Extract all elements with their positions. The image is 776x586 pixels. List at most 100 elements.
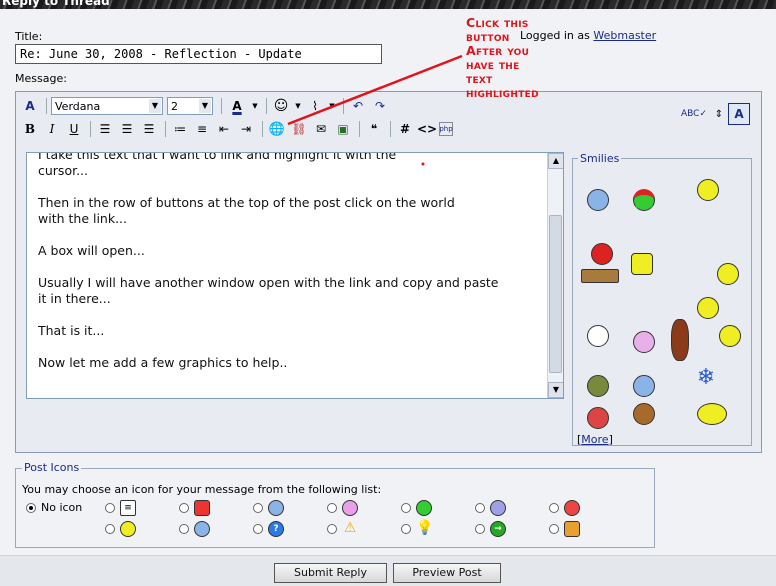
chevron-down-icon[interactable]: ▼ <box>293 96 303 116</box>
icon-radio[interactable] <box>401 503 411 513</box>
window-title: Reply to Thread <box>2 0 110 8</box>
icon-radio[interactable] <box>549 524 559 534</box>
icon-radio[interactable] <box>475 503 485 513</box>
preview-post-button[interactable]: Preview Post <box>393 563 501 583</box>
icon-radio[interactable] <box>253 524 263 534</box>
icon-radio[interactable] <box>327 503 337 513</box>
document-icon: ≡ <box>120 500 136 516</box>
title-label: Title: <box>15 30 43 43</box>
align-center-icon[interactable]: ☰ <box>117 119 137 139</box>
redo-icon[interactable]: ↷ <box>370 96 390 116</box>
more-smilies: [More] <box>577 433 613 446</box>
wysiwyg-toggle-icon[interactable]: A <box>728 103 750 125</box>
chevron-down-icon: ▼ <box>149 99 161 113</box>
quote-icon[interactable]: ❝ <box>364 119 384 139</box>
attachment-icon[interactable]: ⌇ <box>305 96 325 116</box>
toilet-smiley-icon[interactable] <box>631 253 653 275</box>
submit-reply-button[interactable]: Submit Reply <box>274 563 387 583</box>
icon-radio[interactable] <box>253 503 263 513</box>
cool-icon <box>194 521 210 537</box>
icon-radio[interactable] <box>105 503 115 513</box>
snowflake-icon[interactable]: ❄ <box>695 367 717 389</box>
scroll-up-arrow[interactable]: ▲ <box>548 153 563 169</box>
align-left-icon[interactable]: ☰ <box>95 119 115 139</box>
chevron-down-icon[interactable]: ▼ <box>250 96 260 116</box>
icon-radio[interactable] <box>327 524 337 534</box>
code-hash-icon[interactable]: # <box>395 119 415 139</box>
cloud-smiley-icon[interactable] <box>697 403 727 425</box>
toolbar-separator <box>221 98 222 114</box>
icon-radio[interactable] <box>179 503 189 513</box>
insert-link-globe-icon[interactable]: 🌐 <box>267 119 287 139</box>
email-link-icon[interactable]: ✉ <box>311 119 331 139</box>
icon-radio[interactable] <box>549 503 559 513</box>
spellcheck-icon[interactable]: ABC✓ <box>681 104 707 124</box>
preacher-smiley-icon[interactable] <box>697 179 719 201</box>
bold-icon[interactable]: B <box>20 119 40 139</box>
html-code-icon[interactable]: <> <box>417 119 437 139</box>
bracket-close: ] <box>608 433 613 446</box>
trumpet-smiley-icon[interactable] <box>719 325 741 347</box>
scroll-down-arrow[interactable]: ▼ <box>548 382 563 398</box>
angry-red-smiley-icon[interactable] <box>587 407 609 429</box>
no-icon-label: No icon <box>41 501 83 514</box>
chevron-down-icon[interactable]: ▼ <box>327 96 337 116</box>
icon-radio[interactable] <box>401 524 411 534</box>
bunny-smiley-icon[interactable] <box>633 331 655 353</box>
toolbar-separator <box>343 98 344 114</box>
ordered-list-icon[interactable]: ≔ <box>170 119 190 139</box>
annotation-line: After you <box>466 43 530 58</box>
unordered-list-icon[interactable]: ≡ <box>192 119 212 139</box>
icon-radio[interactable] <box>475 524 485 534</box>
santa-smiley-icon[interactable] <box>633 189 655 211</box>
cello-smiley-icon[interactable] <box>671 319 689 361</box>
message-textarea[interactable]: I take this text that I want to link and… <box>26 152 564 399</box>
undo-icon[interactable]: ↶ <box>348 96 368 116</box>
font-select[interactable]: Verdana ▼ <box>51 97 163 115</box>
insert-image-icon[interactable]: ▣ <box>333 119 353 139</box>
no-icon-radio[interactable] <box>26 503 36 513</box>
confused-smiley-icon[interactable] <box>587 189 609 211</box>
toolbar-separator <box>90 121 91 137</box>
reindeer-smiley-icon[interactable] <box>633 403 655 425</box>
user-link[interactable]: Webmaster <box>593 29 656 42</box>
reply-form: Title: Logged in as Webmaster Re: June 3… <box>0 9 776 555</box>
italic-icon[interactable]: I <box>42 119 62 139</box>
resize-icon[interactable]: ⇕ <box>709 104 729 124</box>
drummer-smiley-icon[interactable] <box>697 297 719 319</box>
underline-icon[interactable]: U <box>64 119 84 139</box>
remove-format-icon[interactable]: A <box>20 96 40 116</box>
thumbs-up-icon <box>564 521 580 537</box>
toolbar-separator <box>359 121 360 137</box>
snowman-smiley-icon[interactable] <box>587 325 609 347</box>
grin-icon <box>416 500 432 516</box>
toolbar-separator <box>266 98 267 114</box>
post-icons-description: You may choose an icon for your message … <box>22 483 382 496</box>
php-code-icon[interactable]: php <box>439 122 453 136</box>
title-input[interactable]: Re: June 30, 2008 - Reflection - Update <box>15 44 382 64</box>
outdent-icon[interactable]: ⇤ <box>214 119 234 139</box>
more-smilies-link[interactable]: More <box>581 433 608 446</box>
cold-smiley-icon[interactable] <box>717 263 739 285</box>
chair-smiley-icon[interactable] <box>633 375 655 397</box>
annotation-line: Click this <box>466 15 529 30</box>
icon-radio[interactable] <box>105 524 115 534</box>
font-select-value: Verdana <box>55 99 101 113</box>
scroll-thumb[interactable] <box>549 215 562 373</box>
annotation-line: button <box>466 29 510 44</box>
remove-link-icon[interactable]: ⛓ <box>289 119 309 139</box>
annotation-line: have the <box>466 57 520 72</box>
align-right-icon[interactable]: ☰ <box>139 119 159 139</box>
soap-smiley-icon[interactable] <box>581 269 619 283</box>
smile-icon <box>268 500 284 516</box>
icon-radio[interactable] <box>179 524 189 534</box>
post-icons-fieldset: Post Icons You may choose an icon for yo… <box>15 461 655 548</box>
cursing-smiley-icon[interactable] <box>591 243 613 265</box>
indent-icon[interactable]: ⇥ <box>236 119 256 139</box>
sad-icon <box>490 500 506 516</box>
zombie-smiley-icon[interactable] <box>587 375 609 397</box>
size-select[interactable]: 2 ▼ <box>167 97 213 115</box>
text-color-icon[interactable]: A <box>226 96 248 116</box>
textarea-scrollbar[interactable]: ▲ ▼ <box>547 153 563 398</box>
smiley-menu-icon[interactable]: ☺ <box>271 96 291 116</box>
